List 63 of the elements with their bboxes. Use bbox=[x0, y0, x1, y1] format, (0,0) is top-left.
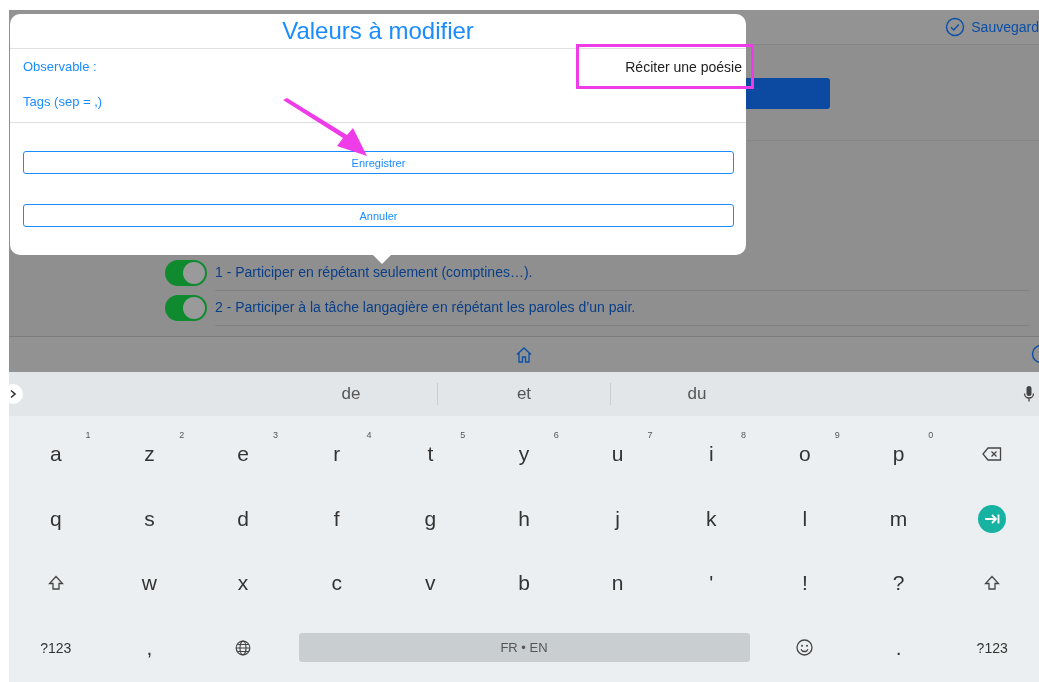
key[interactable]: s bbox=[102, 486, 197, 551]
key-hint: 8 bbox=[741, 430, 747, 440]
key[interactable]: , bbox=[102, 615, 197, 680]
checkmark-circle-icon[interactable] bbox=[945, 17, 966, 37]
toggle-switch[interactable] bbox=[165, 259, 207, 286]
key-hint: 9 bbox=[834, 430, 840, 440]
key-hint: 4 bbox=[366, 430, 372, 440]
key[interactable]: t 5 bbox=[383, 422, 478, 487]
dialog-button[interactable]: Enregistrer bbox=[23, 151, 734, 174]
key[interactable]: w bbox=[102, 551, 197, 616]
key[interactable]: b bbox=[477, 551, 571, 616]
key[interactable]: l bbox=[758, 486, 852, 551]
key-hint: 1 bbox=[85, 430, 91, 440]
key[interactable]: y 6 bbox=[477, 422, 571, 487]
key[interactable]: d bbox=[196, 486, 290, 551]
key[interactable]: x bbox=[196, 551, 290, 616]
observable-label: 2 - Participer à la tâche langagière en répétant les paroles d’un pair. bbox=[215, 289, 1029, 326]
suggestion[interactable]: du bbox=[611, 384, 783, 404]
key-hint: 2 bbox=[179, 430, 185, 440]
key-hint: 3 bbox=[272, 430, 278, 440]
key[interactable]: ? bbox=[851, 551, 946, 616]
key[interactable]: ?123 bbox=[9, 615, 103, 680]
key[interactable]: ! bbox=[758, 551, 852, 616]
key-hint: 7 bbox=[647, 430, 653, 440]
key[interactable]: . bbox=[851, 615, 946, 680]
key[interactable]: v bbox=[383, 551, 478, 616]
key[interactable]: a 1 bbox=[9, 422, 103, 487]
shift-icon[interactable] bbox=[47, 575, 64, 592]
backspace-icon[interactable] bbox=[982, 447, 1003, 462]
key[interactable]: h bbox=[477, 486, 571, 551]
toggle-switch[interactable] bbox=[165, 294, 207, 321]
key[interactable]: r 4 bbox=[289, 422, 384, 487]
emoji-icon[interactable] bbox=[796, 639, 814, 657]
dialog-title: Valeurs à modifier bbox=[10, 14, 746, 49]
key[interactable]: e 3 bbox=[196, 422, 290, 487]
key[interactable]: k bbox=[664, 486, 759, 551]
key[interactable]: ?123 bbox=[945, 615, 1039, 680]
suggestion[interactable]: de bbox=[265, 384, 437, 404]
key[interactable]: p 0 bbox=[851, 422, 946, 487]
key[interactable]: j bbox=[570, 486, 665, 551]
key-hint: 5 bbox=[460, 430, 466, 440]
key[interactable]: u 7 bbox=[570, 422, 665, 487]
globe-icon[interactable] bbox=[235, 639, 252, 656]
input-field[interactable]: Réciter une poésie bbox=[576, 44, 754, 89]
key[interactable]: g bbox=[383, 486, 478, 551]
key[interactable]: i 8 bbox=[664, 422, 759, 487]
space-key[interactable]: FR • EN bbox=[298, 633, 750, 663]
key[interactable]: n bbox=[570, 551, 665, 616]
key-hint: 6 bbox=[553, 430, 559, 440]
key[interactable]: q bbox=[9, 486, 103, 551]
key-hint: 0 bbox=[928, 430, 934, 440]
suggestion[interactable]: et bbox=[438, 384, 610, 404]
key[interactable]: m bbox=[851, 486, 946, 551]
field-label: Observable : bbox=[23, 59, 97, 74]
key[interactable]: c bbox=[289, 551, 384, 616]
shift-icon[interactable] bbox=[984, 575, 1001, 592]
key[interactable]: f bbox=[289, 486, 384, 551]
key[interactable]: z 2 bbox=[102, 422, 197, 487]
microphone-icon[interactable] bbox=[1023, 385, 1035, 403]
enter-icon[interactable] bbox=[978, 504, 1007, 533]
key[interactable]: ' bbox=[664, 551, 759, 616]
key[interactable]: o 9 bbox=[758, 422, 852, 487]
field-label: Tags (sep = ,) bbox=[23, 94, 103, 109]
